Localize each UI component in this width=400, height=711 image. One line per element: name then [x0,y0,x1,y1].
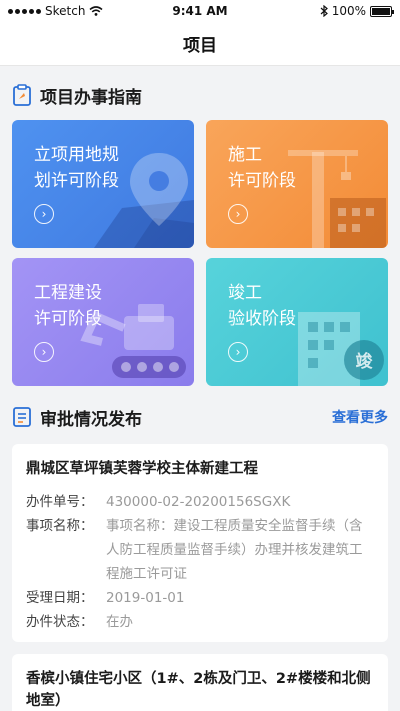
page-title: 项目 [183,36,217,56]
field-value: 事项名称：建设工程质量安全监督手续（含人防工程质量监督手续）办理并核发建筑工程施… [106,518,363,582]
approval-item-title: 香槟小镇住宅小区（1#、2栋及门卫、2#楼楼和北侧地室） [26,671,371,709]
field-value: 430000-02-20200156SGXK [106,494,291,510]
chevron-right-icon: › [34,342,54,362]
view-more-link[interactable]: 查看更多 [332,407,388,427]
field-row: 事项名称： 事项名称：建设工程质量安全监督手续（含人防工程质量监督手续）办理并核… [26,514,374,586]
battery-percent: 100% [331,4,366,18]
crane-illustration [288,150,386,248]
guide-clipboard-icon [13,84,31,106]
completion-badge: 竣 [355,352,373,372]
field-value: 在办 [106,614,133,630]
card-construction-permit[interactable]: 施工 许可阶段 › [206,120,388,248]
guide-section-title: 项目办事指南 [40,87,142,108]
chevron-right-icon: › [228,204,248,224]
field-row: 办件状态： 在办 [26,610,374,634]
status-bar: Sketch 9:41 AM 100% [0,0,400,22]
approval-item[interactable]: 香槟小镇住宅小区（1#、2栋及门卫、2#楼楼和北侧地室） [12,654,388,711]
field-value: 2019-01-01 [106,590,185,606]
field-key: 办件单号： [26,494,94,510]
field-key: 事项名称： [26,518,94,534]
nav-bar: 项目 [0,22,400,66]
approval-item-title: 鼎城区草坪镇芙蓉学校主体新建工程 [26,461,258,477]
card-completion-acceptance[interactable]: 竣 竣工 验收阶段 › [206,258,388,386]
chevron-right-icon: › [228,342,248,362]
card-label: 工程建设 许可阶段 [34,283,102,329]
approval-section-title: 审批情况发布 [40,409,142,430]
field-row: 受理日期： 2019-01-01 [26,586,374,610]
card-engineering-permit[interactable]: 工程建设 许可阶段 › [12,258,194,386]
carrier-label: Sketch [45,4,86,18]
wifi-icon [89,6,103,16]
bluetooth-icon [320,5,328,17]
signal-icon [8,8,41,14]
approval-item[interactable]: 鼎城区草坪镇芙蓉学校主体新建工程 办件单号： 430000-02-2020015… [12,444,388,642]
guide-section-header: 项目办事指南 [12,80,388,110]
field-key: 办件状态： [26,614,94,630]
card-label: 竣工 验收阶段 [228,283,296,329]
field-key: 受理日期： [26,590,94,606]
field-row: 办件单号： 430000-02-20200156SGXK [26,490,374,514]
battery-icon [370,5,394,17]
card-label: 施工 许可阶段 [228,145,296,191]
document-list-icon [13,407,31,427]
card-land-planning-permit[interactable]: 立项用地规 划许可阶段 › [12,120,194,248]
chevron-right-icon: › [34,204,54,224]
approval-section-header: 审批情况发布 查看更多 [12,402,388,432]
card-label: 立项用地规 划许可阶段 [34,145,119,191]
status-time: 9:41 AM [172,4,228,18]
